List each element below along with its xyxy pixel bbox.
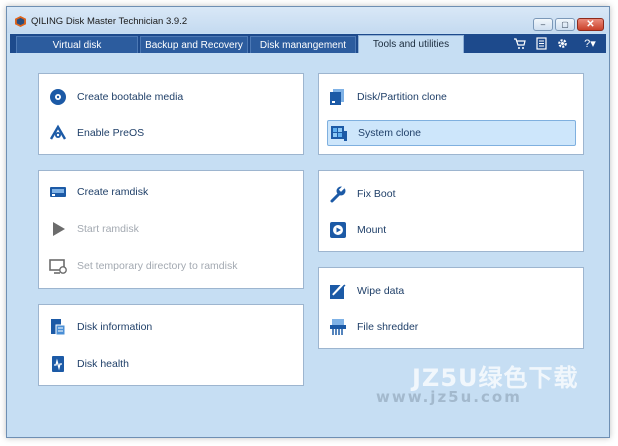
gear-icon[interactable]: [556, 37, 569, 50]
fix-boot-label: Fix Boot: [357, 188, 396, 200]
preos-icon: [47, 122, 69, 144]
maximize-button[interactable]: ▢: [555, 18, 575, 31]
app-logo-icon: [15, 16, 26, 27]
create-ramdisk-button[interactable]: Create ramdisk: [47, 179, 148, 205]
help-icon[interactable]: ?▾: [579, 37, 601, 50]
minimize-button[interactable]: –: [533, 18, 553, 31]
ramdisk-panel: Create ramdisk Start ramdisk Set tempora…: [38, 170, 304, 289]
disk-clone-icon: [327, 86, 349, 108]
window-title: QILING Disk Master Technician 3.9.2: [31, 16, 188, 27]
title-bar[interactable]: QILING Disk Master Technician 3.9.2 – ▢ …: [7, 7, 609, 33]
tab-disk-management[interactable]: Disk manangement: [250, 36, 356, 53]
wipe-data-button[interactable]: Wipe data: [327, 278, 404, 304]
tab-backup-and-recovery[interactable]: Backup and Recovery: [140, 36, 248, 53]
mount-label: Mount: [357, 224, 387, 236]
disk-information-button[interactable]: Disk information: [47, 314, 152, 340]
file-shredder-label: File shredder: [357, 321, 419, 333]
wipe-data-label: Wipe data: [357, 285, 405, 297]
wipe-icon: [327, 280, 349, 302]
temp-directory-icon: [47, 255, 69, 277]
main-tab-bar: Virtual disk Backup and Recovery Disk ma…: [10, 34, 606, 53]
disk-health-button[interactable]: Disk health: [47, 351, 129, 377]
fix-boot-button[interactable]: Fix Boot: [327, 181, 396, 207]
disk-health-label: Disk health: [77, 358, 129, 370]
document-icon[interactable]: [535, 37, 548, 50]
clone-panel: Disk/Partition clone System clone: [318, 73, 584, 155]
file-shredder-button[interactable]: File shredder: [327, 314, 418, 340]
disk-info-panel: Disk information Disk health: [38, 304, 304, 386]
ramdisk-icon: [47, 181, 69, 203]
system-clone-icon: [328, 122, 350, 144]
set-temp-directory-button[interactable]: Set temporary directory to ramdisk: [47, 253, 237, 279]
mount-button[interactable]: Mount: [327, 217, 386, 243]
system-clone-button[interactable]: System clone: [327, 120, 576, 146]
mount-icon: [327, 219, 349, 241]
start-ramdisk-button[interactable]: Start ramdisk: [47, 216, 139, 242]
disk-information-label: Disk information: [77, 321, 153, 333]
shredder-icon: [327, 316, 349, 338]
fix-panel: Fix Boot Mount: [318, 170, 584, 252]
wipe-panel: Wipe data File shredder: [318, 267, 584, 349]
enable-preos-button[interactable]: Enable PreOS: [47, 120, 144, 146]
set-temp-directory-label: Set temporary directory to ramdisk: [77, 260, 238, 272]
close-button[interactable]: ✕: [577, 18, 604, 31]
disk-information-icon: [47, 316, 69, 338]
watermark-url: www.jz5u.com: [376, 388, 522, 406]
wrench-icon: [327, 183, 349, 205]
bootable-media-icon: [47, 86, 69, 108]
disk-health-icon: [47, 353, 69, 375]
play-icon: [47, 218, 69, 240]
tab-virtual-disk[interactable]: Virtual disk: [16, 36, 138, 53]
disk-partition-clone-label: Disk/Partition clone: [357, 91, 447, 103]
enable-preos-label: Enable PreOS: [77, 127, 145, 139]
create-ramdisk-label: Create ramdisk: [77, 186, 149, 198]
create-bootable-media-button[interactable]: Create bootable media: [47, 84, 183, 110]
system-clone-label: System clone: [358, 127, 422, 139]
create-bootable-media-label: Create bootable media: [77, 91, 184, 103]
cart-icon[interactable]: [513, 37, 526, 50]
tab-tools-and-utilities[interactable]: Tools and utilities: [358, 35, 464, 53]
start-ramdisk-label: Start ramdisk: [77, 223, 139, 235]
boot-panel: Create bootable media Enable PreOS: [38, 73, 304, 155]
disk-partition-clone-button[interactable]: Disk/Partition clone: [327, 84, 447, 110]
